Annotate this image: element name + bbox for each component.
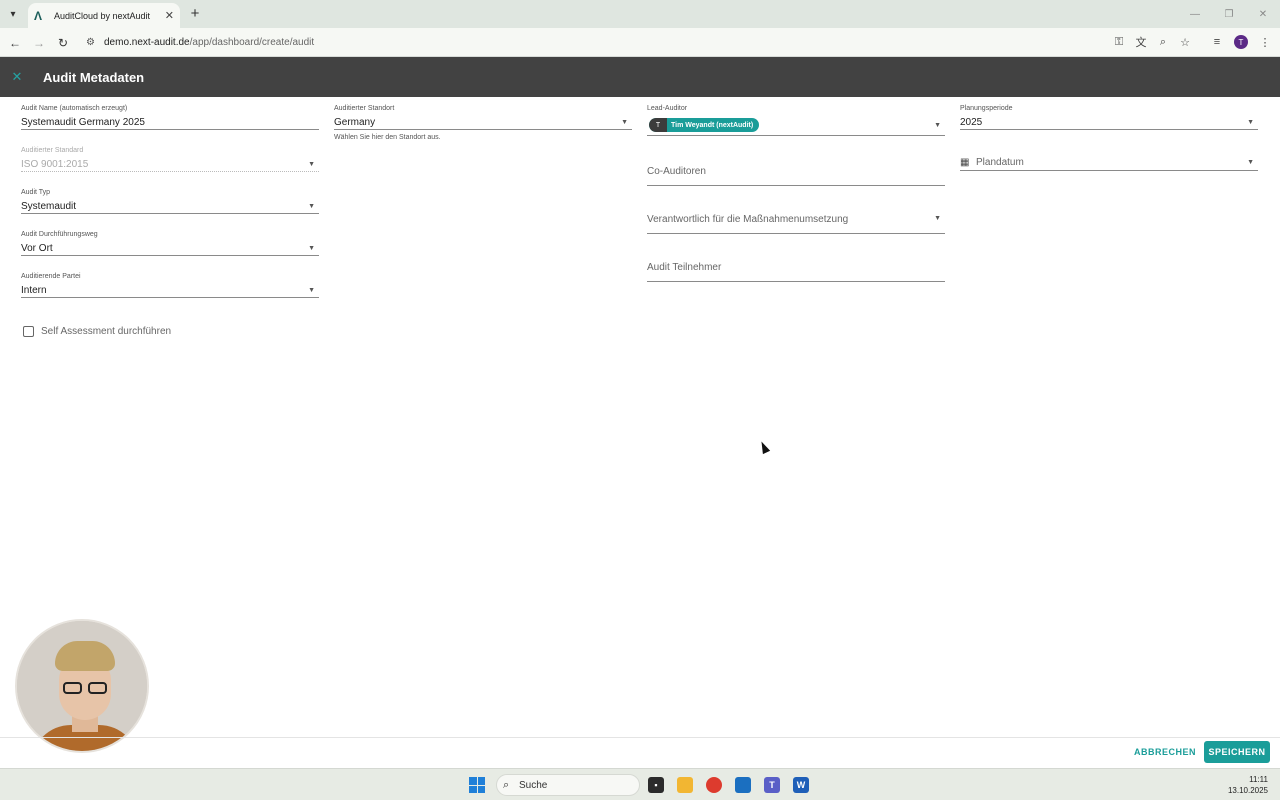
- system-clock[interactable]: 11:11 13.10.2025: [1228, 774, 1268, 796]
- teilnehmer-input[interactable]: Audit Teilnehmer: [647, 254, 945, 282]
- dropdown-arrow-icon[interactable]: ▼: [934, 215, 941, 222]
- zoom-icon[interactable]: ⌕: [1156, 34, 1170, 50]
- forward-icon[interactable]: →: [30, 34, 48, 52]
- standard-select: Auditierter Standard ISO 9001:2015 ▼: [21, 147, 319, 172]
- taskbar-search-label: Suche: [519, 779, 548, 791]
- taskbar-search[interactable]: ⌕ Suche: [496, 774, 640, 796]
- self-assessment-checkbox[interactable]: Self Assessment durchführen: [23, 326, 171, 337]
- durchfuehrungsweg-label: Audit Durchführungsweg: [21, 231, 98, 238]
- teams-icon[interactable]: T: [764, 777, 780, 793]
- windows-start-icon[interactable]: [469, 777, 485, 793]
- audit-name-label: Audit Name (automatisch erzeugt): [21, 105, 128, 112]
- address-bar[interactable]: ⚙ demo.next-audit.de/app/dashboard/creat…: [78, 31, 1198, 54]
- tab-list-button[interactable]: ▾: [4, 5, 22, 23]
- app-header: ✕ Audit Metadaten: [0, 57, 1280, 97]
- standort-label: Auditierter Standort: [334, 105, 395, 112]
- browser-tab[interactable]: Λ AuditCloud by nextAudit ✕: [28, 3, 180, 28]
- site-info-icon[interactable]: ⚙: [86, 37, 104, 48]
- tab-close-icon[interactable]: ✕: [165, 9, 174, 22]
- password-key-icon[interactable]: ⚿: [1112, 34, 1126, 50]
- audit-typ-value[interactable]: Systemaudit: [21, 201, 76, 212]
- standort-select[interactable]: Auditierter Standort Germany ▼ Wählen Sie…: [334, 105, 632, 141]
- lead-auditor-label: Lead-Auditor: [647, 105, 688, 112]
- standard-value: ISO 9001:2015: [21, 158, 89, 170]
- chrome-icon[interactable]: [706, 777, 722, 793]
- durchfuehrungsweg-value[interactable]: Vor Ort: [21, 243, 53, 254]
- audit-typ-select[interactable]: Audit Typ Systemaudit ▼: [21, 189, 319, 214]
- address-bar-actions: ⚿ 文 ⌕ ☆: [1112, 34, 1192, 50]
- store-icon[interactable]: [735, 777, 751, 793]
- dropdown-arrow-icon[interactable]: ▼: [621, 119, 628, 126]
- toolbar-right: ≡ T ⋮: [1210, 33, 1272, 51]
- standort-value[interactable]: Germany: [334, 117, 375, 128]
- search-icon: ⌕: [503, 778, 510, 791]
- lead-auditor-select[interactable]: Lead-Auditor T Tim Weyandt (nextAudit) ▼: [647, 105, 945, 136]
- verantwortlich-placeholder[interactable]: Verantwortlich für die Maßnahmenumsetzun…: [647, 214, 848, 225]
- clock-date: 13.10.2025: [1227, 786, 1268, 795]
- footer-divider: [0, 737, 1280, 738]
- chip-avatar: T: [649, 118, 667, 132]
- checkbox-box[interactable]: [23, 326, 34, 337]
- tab-title: AuditCloud by nextAudit: [54, 10, 151, 21]
- partei-value[interactable]: Intern: [21, 285, 47, 296]
- partei-label: Auditierende Partei: [21, 273, 81, 280]
- planungsperiode-value[interactable]: 2025: [960, 117, 982, 128]
- plandatum-picker[interactable]: ▦ Plandatum ▼: [960, 155, 1258, 171]
- partei-select[interactable]: Auditierende Partei Intern ▼: [21, 273, 319, 298]
- dropdown-arrow-icon[interactable]: ▼: [1247, 159, 1254, 166]
- self-assessment-label[interactable]: Self Assessment durchführen: [41, 326, 171, 337]
- verantwortlich-select[interactable]: Verantwortlich für die Maßnahmenumsetzun…: [647, 206, 945, 234]
- teilnehmer-placeholder[interactable]: Audit Teilnehmer: [647, 262, 721, 273]
- dropdown-arrow-icon: ▼: [308, 160, 315, 168]
- profile-avatar[interactable]: T: [1234, 35, 1248, 49]
- dropdown-arrow-icon[interactable]: ▼: [934, 122, 941, 129]
- mouse-cursor-icon: [757, 439, 771, 455]
- dropdown-arrow-icon[interactable]: ▼: [308, 287, 315, 294]
- page-title: Audit Metadaten: [43, 69, 145, 85]
- task-view-icon[interactable]: ▪: [648, 777, 664, 793]
- os-taskbar: ⌕ Suche ▪ T W 11:11 13.10.2025: [0, 768, 1280, 800]
- dropdown-arrow-icon[interactable]: ▼: [308, 203, 315, 210]
- durchfuehrungsweg-select[interactable]: Audit Durchführungsweg Vor Ort ▼: [21, 231, 319, 256]
- clock-time: 11:11: [1249, 775, 1268, 784]
- url-text[interactable]: demo.next-audit.de/app/dashboard/create/…: [104, 37, 314, 48]
- plandatum-placeholder[interactable]: Plandatum: [976, 157, 1247, 168]
- close-dialog-icon[interactable]: ✕: [0, 69, 34, 85]
- file-explorer-icon[interactable]: [677, 777, 693, 793]
- planungsperiode-select[interactable]: Planungsperiode 2025 ▼: [960, 105, 1258, 130]
- planungsperiode-label: Planungsperiode: [960, 105, 1013, 112]
- audit-name-field[interactable]: Audit Name (automatisch erzeugt) Systema…: [21, 105, 319, 130]
- reload-icon[interactable]: ↻: [54, 34, 72, 52]
- standort-hint: Wählen Sie hier den Standort aus.: [334, 134, 441, 141]
- auditcloud-favicon-icon: Λ: [34, 8, 43, 23]
- co-auditoren-input[interactable]: Co-Auditoren: [647, 158, 945, 186]
- browser-tabstrip: ▾ Λ AuditCloud by nextAudit ✕ + — ❐ ✕: [0, 0, 1280, 28]
- new-tab-button[interactable]: +: [186, 4, 204, 22]
- chip-label: Tim Weyandt (nextAudit): [671, 121, 754, 129]
- window-controls: — ❐ ✕: [1178, 0, 1280, 28]
- dropdown-arrow-icon[interactable]: ▼: [1247, 119, 1254, 126]
- calendar-icon[interactable]: ▦: [960, 157, 976, 168]
- back-icon[interactable]: ←: [6, 34, 24, 52]
- browser-toolbar: ← → ↻ ⚙ demo.next-audit.de/app/dashboard…: [0, 28, 1280, 57]
- webcam-overlay: [15, 619, 149, 753]
- restore-icon[interactable]: ❐: [1212, 0, 1246, 28]
- lead-auditor-chip[interactable]: T Tim Weyandt (nextAudit): [649, 118, 760, 132]
- bookmark-star-icon[interactable]: ☆: [1178, 34, 1192, 50]
- cancel-button[interactable]: ABBRECHEN: [1130, 742, 1200, 762]
- more-menu-icon[interactable]: ⋮: [1258, 33, 1272, 51]
- word-icon[interactable]: W: [793, 777, 809, 793]
- minimize-icon[interactable]: —: [1178, 0, 1212, 28]
- save-button[interactable]: SPEICHERN: [1204, 741, 1270, 763]
- standard-label: Auditierter Standard: [21, 147, 84, 154]
- audit-name-value[interactable]: Systemaudit Germany 2025: [21, 117, 145, 128]
- media-queue-icon[interactable]: ≡: [1210, 33, 1224, 51]
- close-icon[interactable]: ✕: [1246, 0, 1280, 28]
- translate-icon[interactable]: 文: [1134, 34, 1148, 50]
- co-auditoren-placeholder[interactable]: Co-Auditoren: [647, 166, 706, 177]
- audit-typ-label: Audit Typ: [21, 189, 51, 196]
- dropdown-arrow-icon[interactable]: ▼: [308, 245, 315, 252]
